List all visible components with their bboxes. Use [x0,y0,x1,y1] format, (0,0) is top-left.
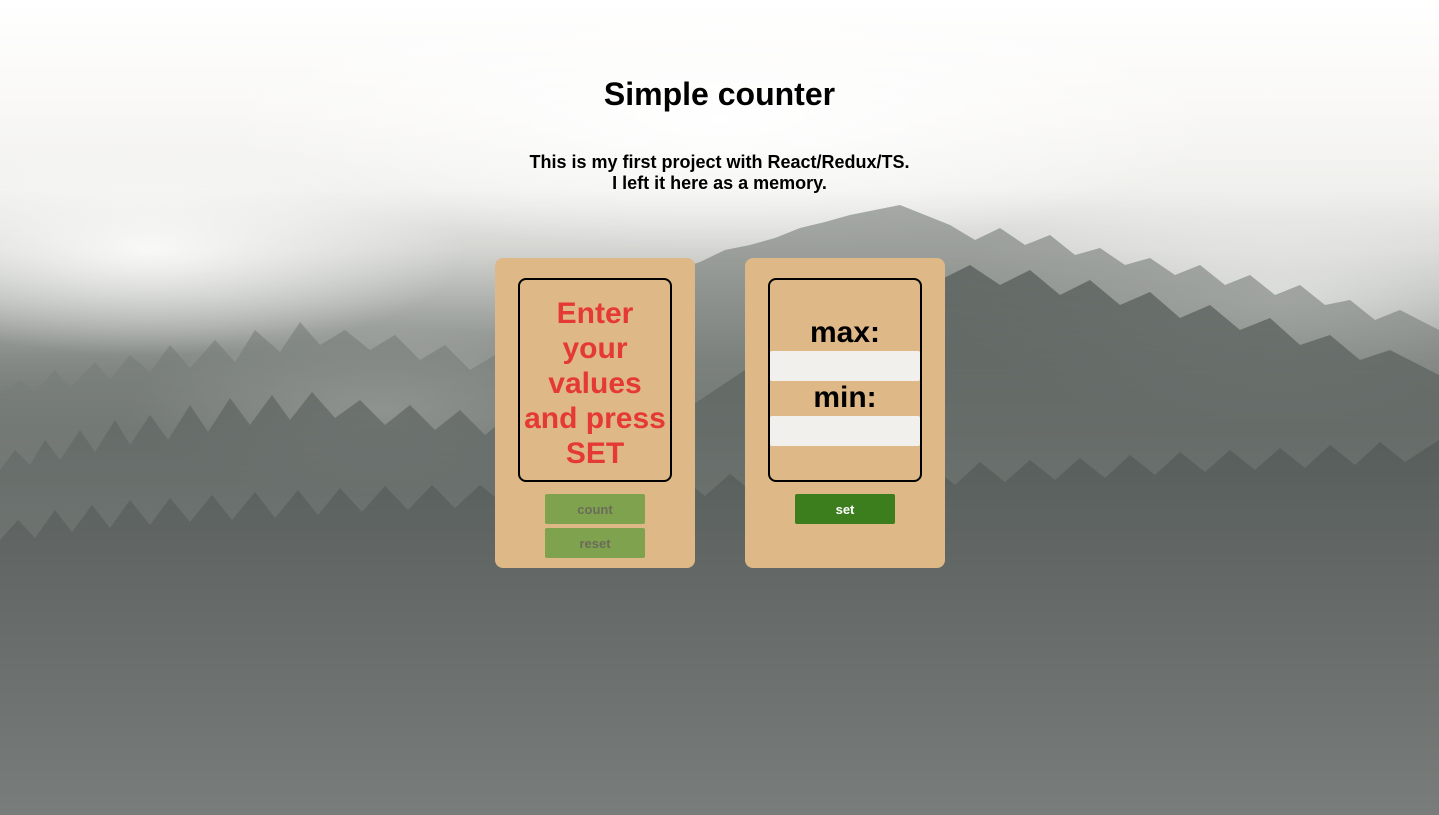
page-description: This is my first project with React/Redu… [0,152,1439,194]
set-button[interactable]: set [795,494,895,524]
description-line-1: This is my first project with React/Redu… [529,152,910,172]
forest-background [0,0,1439,815]
counter-display: Enter your values and press SET [518,278,672,482]
reset-button[interactable]: reset [545,528,645,558]
max-input[interactable] [770,351,920,381]
settings-card: max: min: set [745,258,945,568]
page-title: Simple counter [603,76,836,112]
min-label: min: [813,381,877,414]
min-input[interactable] [770,416,920,446]
count-button[interactable]: count [545,494,645,524]
max-label: max: [809,316,881,349]
counter-message: Enter your values and press SET [524,297,666,470]
settings-display: max: min: [768,278,922,482]
counter-card: Enter your values and press SET count re… [495,258,695,568]
description-line-2: I left it here as a memory. [612,173,827,193]
